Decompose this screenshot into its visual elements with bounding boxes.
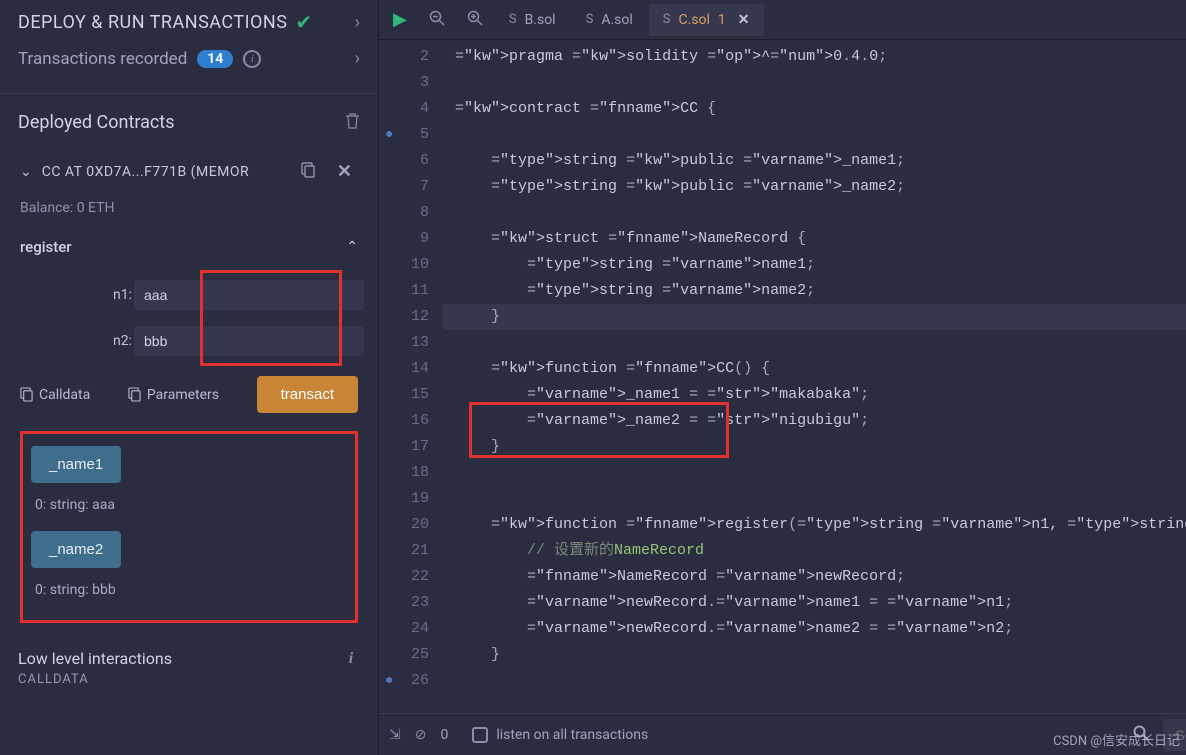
low-level-label: Low level interactions [18,649,172,668]
input-n2[interactable] [134,326,364,356]
panel-header: DEPLOY & RUN TRANSACTIONS ✔ › [0,0,378,44]
editor-toolbar: ▶ S B.sol S A.sol S C.sol 1 ✕ [379,0,1186,40]
chevron-down-icon[interactable]: ⌄ [20,164,32,180]
balance-label: Balance: 0 ETH [14,194,364,234]
close-icon[interactable]: ✕ [331,159,358,184]
copy-icon[interactable] [295,160,321,184]
getter-name2-button[interactable]: _name2 [31,531,121,568]
input-row-n1: n1: [104,274,364,316]
zoom-in-icon[interactable] [457,4,493,36]
expand-icon[interactable]: ⇲ [389,727,401,743]
deploy-run-panel: DEPLOY & RUN TRANSACTIONS ✔ › Transactio… [0,0,379,755]
tab-label: A.sol [601,12,632,28]
editor-body[interactable]: 2345678910111213141516171819202122232425… [379,40,1186,713]
solidity-file-icon: S [509,12,517,27]
getter-name1-button[interactable]: _name1 [31,446,121,483]
results-highlight-box: _name1 0: string: aaa _name2 0: string: … [20,431,358,623]
action-row: Calldata Parameters transact [14,366,364,423]
contract-header[interactable]: ⌄ CC AT 0XD7A...F771B (MEMOR ✕ [14,149,364,194]
code-area[interactable]: ="kw">pragma ="kw">solidity ="op">^="num… [443,40,1186,713]
result-name2: 0: string: bbb [31,572,347,612]
tab-label: C.sol [678,12,709,28]
solidity-file-icon: S [663,12,671,27]
listen-checkbox-wrap[interactable]: listen on all transactions [472,727,648,743]
tab-modified-badge: 1 [718,12,726,28]
input-label: n1: [104,287,132,303]
input-label: n2: [104,333,132,349]
tx-recorded-row[interactable]: Transactions recorded 14 i › [0,44,378,87]
zoom-out-icon[interactable] [419,4,455,36]
line-gutter: 2345678910111213141516171819202122232425… [379,40,443,713]
tx-count-badge: 14 [197,50,233,68]
calldata-section-label: CALLDATA [0,670,378,689]
tab-label: B.sol [525,12,556,28]
function-name: register [20,238,72,256]
info-icon[interactable]: i [342,650,360,668]
input-n1[interactable] [134,280,364,310]
tx-recorded-label: Transactions recorded [18,49,187,69]
divider [0,93,378,94]
copy-calldata[interactable]: Calldata [20,387,90,403]
trash-icon[interactable] [345,112,360,133]
listen-label: listen on all transactions [496,727,648,743]
deployed-label: Deployed Contracts [18,112,175,133]
chevron-up-icon[interactable]: ⌃ [346,239,358,255]
check-icon: ✔ [295,10,312,34]
run-icon[interactable]: ▶ [383,3,417,36]
result-name1: 0: string: aaa [31,487,347,527]
transact-button[interactable]: transact [257,376,358,413]
clear-icon[interactable]: ⊘ [415,727,427,743]
contract-instance: ⌄ CC AT 0XD7A...F771B (MEMOR ✕ Balance: … [14,149,364,631]
info-icon[interactable]: i [243,50,261,68]
deployed-contracts-header: Deployed Contracts [0,100,378,145]
close-tab-icon[interactable]: ✕ [738,12,750,28]
panel-title: DEPLOY & RUN TRANSACTIONS [18,12,287,33]
pending-count: 0 [440,727,448,743]
tab-a-sol[interactable]: S A.sol [572,4,647,36]
parameters-text: Parameters [147,387,219,403]
calldata-text: Calldata [39,387,90,403]
tab-c-sol[interactable]: S C.sol 1 ✕ [649,4,764,36]
solidity-file-icon: S [586,12,594,27]
listen-checkbox[interactable] [472,727,488,743]
contract-name: CC AT 0XD7A...F771B (MEMOR [42,164,285,180]
watermark: CSDN @信安成长日记 [1053,730,1180,749]
chevron-right-icon[interactable]: › [355,12,360,33]
copy-parameters[interactable]: Parameters [128,387,219,403]
tab-b-sol[interactable]: S B.sol [495,4,570,36]
input-row-n2: n2: [104,320,364,362]
chevron-right-icon[interactable]: › [355,48,360,69]
low-level-header: Low level interactions i [0,635,378,670]
editor-panel: ▶ S B.sol S A.sol S C.sol 1 ✕ 2345678910… [379,0,1186,755]
function-register-header[interactable]: register ⌃ [14,234,364,270]
